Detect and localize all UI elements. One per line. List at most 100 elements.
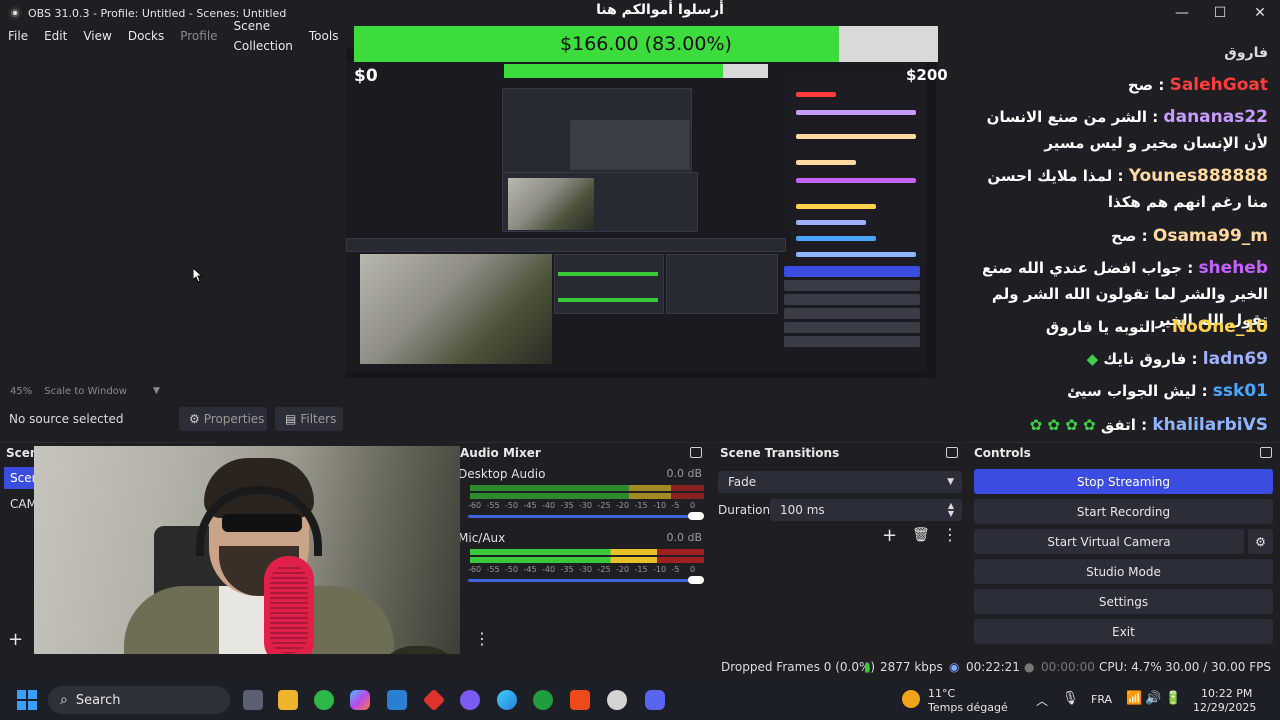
windows-start-icon[interactable]	[17, 690, 37, 710]
nested-chat	[790, 74, 926, 264]
store-icon[interactable]	[387, 690, 407, 710]
add-transition-icon[interactable]: +	[882, 525, 897, 546]
filter-icon: ▤	[285, 412, 297, 426]
mixer-tick-label: -20	[616, 501, 630, 510]
file-explorer-icon[interactable]	[278, 690, 298, 710]
menu-edit[interactable]: Edit	[36, 26, 75, 46]
source-toolbar: No source selected	[0, 404, 980, 434]
chevron-down-icon[interactable]: ▼	[153, 386, 160, 396]
app-green-icon[interactable]	[533, 690, 553, 710]
desktop-audio-meter	[470, 485, 704, 491]
volume-icon[interactable]: 🔊	[1145, 691, 1161, 706]
menu-docks[interactable]: Docks	[120, 26, 172, 46]
virtual-camera-settings-gear-icon[interactable]: ⚙	[1248, 529, 1273, 554]
windows-taskbar: ⌕ Search 11°C Temps dégagé ︿ 🎙 FRA 📶 🔊 🔋…	[0, 680, 1280, 720]
mixer-tick-label: -50	[505, 501, 519, 510]
app-red-icon[interactable]	[422, 688, 446, 712]
duration-input[interactable]: 100 ms ▲ ▼	[770, 499, 962, 521]
properties-button[interactable]: ⚙ Properties	[179, 407, 267, 431]
chat-message: Osama99_m : صح	[1111, 226, 1268, 246]
close-button[interactable]: ✕	[1240, 0, 1280, 26]
edge-icon[interactable]	[497, 690, 517, 710]
mixer-tick-label: -45	[523, 501, 537, 510]
chevron-up-icon[interactable]: ︿	[1036, 692, 1048, 709]
menu-view[interactable]: View	[75, 26, 119, 46]
add-scene-icon[interactable]: +	[8, 629, 23, 650]
badge-icon: ◆	[1086, 350, 1099, 368]
clock-date[interactable]: 12/29/2025	[1193, 701, 1256, 714]
scale-mode-select[interactable]: Scale to Window	[44, 386, 127, 397]
menu-scene-collection[interactable]: Scene Collection	[226, 16, 301, 56]
language-indicator[interactable]: FRA	[1091, 693, 1112, 706]
mic-aux-slider[interactable]	[468, 579, 696, 582]
mic-aux-meter-r	[470, 557, 704, 563]
chat-message: dananas22 : الشر من صنع الانسان لأن الإن…	[986, 107, 1268, 152]
microphone-icon[interactable]: 🎙	[1062, 691, 1079, 706]
mixer-tick-label: -60	[468, 501, 482, 510]
chat-message: ssk01 : ليش الجواب سيئ	[1067, 381, 1268, 401]
chat-message: Younes888888 : لمذا ملايك احسن منا رغم ا…	[987, 166, 1268, 211]
properties-label: Properties	[203, 412, 265, 426]
menu-profile[interactable]: Profile	[172, 26, 225, 46]
dock-float-icon[interactable]	[946, 447, 958, 458]
mouse-cursor-icon	[193, 268, 203, 283]
chat-text: صح	[1127, 76, 1154, 94]
scene-item-cam[interactable]: CAM	[10, 497, 37, 511]
mixer-tick-label: -5	[671, 565, 680, 574]
mixer-tick-label: -15	[634, 565, 648, 574]
start-virtual-camera-button[interactable]: Start Virtual Camera	[974, 529, 1244, 554]
exit-button[interactable]: Exit	[974, 619, 1273, 644]
mixer-tick-label: -45	[523, 565, 537, 574]
chat-username: ladn69	[1202, 349, 1268, 369]
settings-button[interactable]: Settings	[974, 589, 1273, 614]
chat-overlay: فاروق SalehGoat : صح dananas22 : الشر من…	[983, 46, 1280, 466]
mixer-tick-label: -5	[671, 501, 680, 510]
search-icon: ⌕	[60, 692, 68, 708]
studio-mode-button[interactable]: Studio Mode	[974, 559, 1273, 584]
brave-icon[interactable]	[570, 690, 590, 710]
delete-icon[interactable]: 🗑	[912, 527, 930, 543]
start-recording-button[interactable]: Start Recording	[974, 499, 1273, 524]
scene-item-selected[interactable]: Scen	[4, 467, 39, 489]
chevron-down-icon: ▼	[947, 477, 954, 487]
taskbar-search[interactable]: ⌕ Search	[48, 686, 230, 714]
desktop-audio-slider[interactable]	[468, 515, 696, 518]
donation-progress-bar: $166.00 (83.00%)	[354, 26, 938, 62]
desktop-audio-slider-handle[interactable]	[688, 512, 704, 520]
audio-mixer-title: Audio Mixer	[460, 446, 541, 460]
mic-aux-slider-handle[interactable]	[688, 576, 704, 584]
leaf-emote-icon: ✿ ✿ ✿ ✿	[1029, 416, 1096, 434]
clock-time[interactable]: 10:22 PM	[1201, 687, 1252, 700]
more-options-icon[interactable]: ⋮	[942, 525, 958, 544]
battery-icon[interactable]: 🔋	[1165, 691, 1181, 706]
weather-temp: 11°C	[928, 687, 956, 700]
obs-logo-icon	[8, 6, 22, 20]
more-options-icon[interactable]: ⋮	[474, 629, 490, 648]
menu-tools[interactable]: Tools	[301, 26, 347, 46]
spinner-icon[interactable]: ▲ ▼	[948, 502, 954, 518]
discord-icon[interactable]	[645, 690, 665, 710]
xbox-icon[interactable]	[314, 690, 334, 710]
menu-file[interactable]: File	[0, 26, 36, 46]
obs-taskbar-icon[interactable]	[607, 690, 627, 710]
preview-canvas[interactable]	[346, 48, 936, 378]
chat-text: التوبه يا فاروق	[1045, 318, 1156, 336]
task-view-icon[interactable]	[243, 690, 263, 710]
cpu-usage: CPU: 4.7%	[1099, 660, 1162, 674]
maximize-button[interactable]: ☐	[1200, 0, 1240, 26]
chat-username: SalehGoat	[1169, 75, 1268, 95]
taskbar-search-label: Search	[75, 692, 121, 708]
weather-icon[interactable]	[902, 690, 920, 708]
chat-username: khalilarbiVS	[1152, 415, 1268, 435]
transition-select[interactable]: Fade ▼	[718, 471, 962, 493]
app-purple-icon[interactable]	[460, 690, 480, 710]
wifi-icon[interactable]: 📶	[1126, 691, 1142, 706]
filters-button[interactable]: ▤ Filters	[275, 407, 343, 431]
status-bar: Dropped Frames 0 (0.0%) ▮ 2877 kbps ◉ 00…	[0, 654, 1280, 680]
dropped-frames: Dropped Frames 0 (0.0%)	[721, 660, 876, 674]
dock-float-icon[interactable]	[690, 447, 702, 458]
audio-mixer-dock: Audio Mixer Desktop Audio 0.0 dB -60 -55-…	[454, 442, 710, 652]
stop-streaming-button[interactable]: Stop Streaming	[974, 469, 1273, 494]
copilot-icon[interactable]	[350, 690, 370, 710]
minimize-button[interactable]: —	[1162, 0, 1202, 26]
